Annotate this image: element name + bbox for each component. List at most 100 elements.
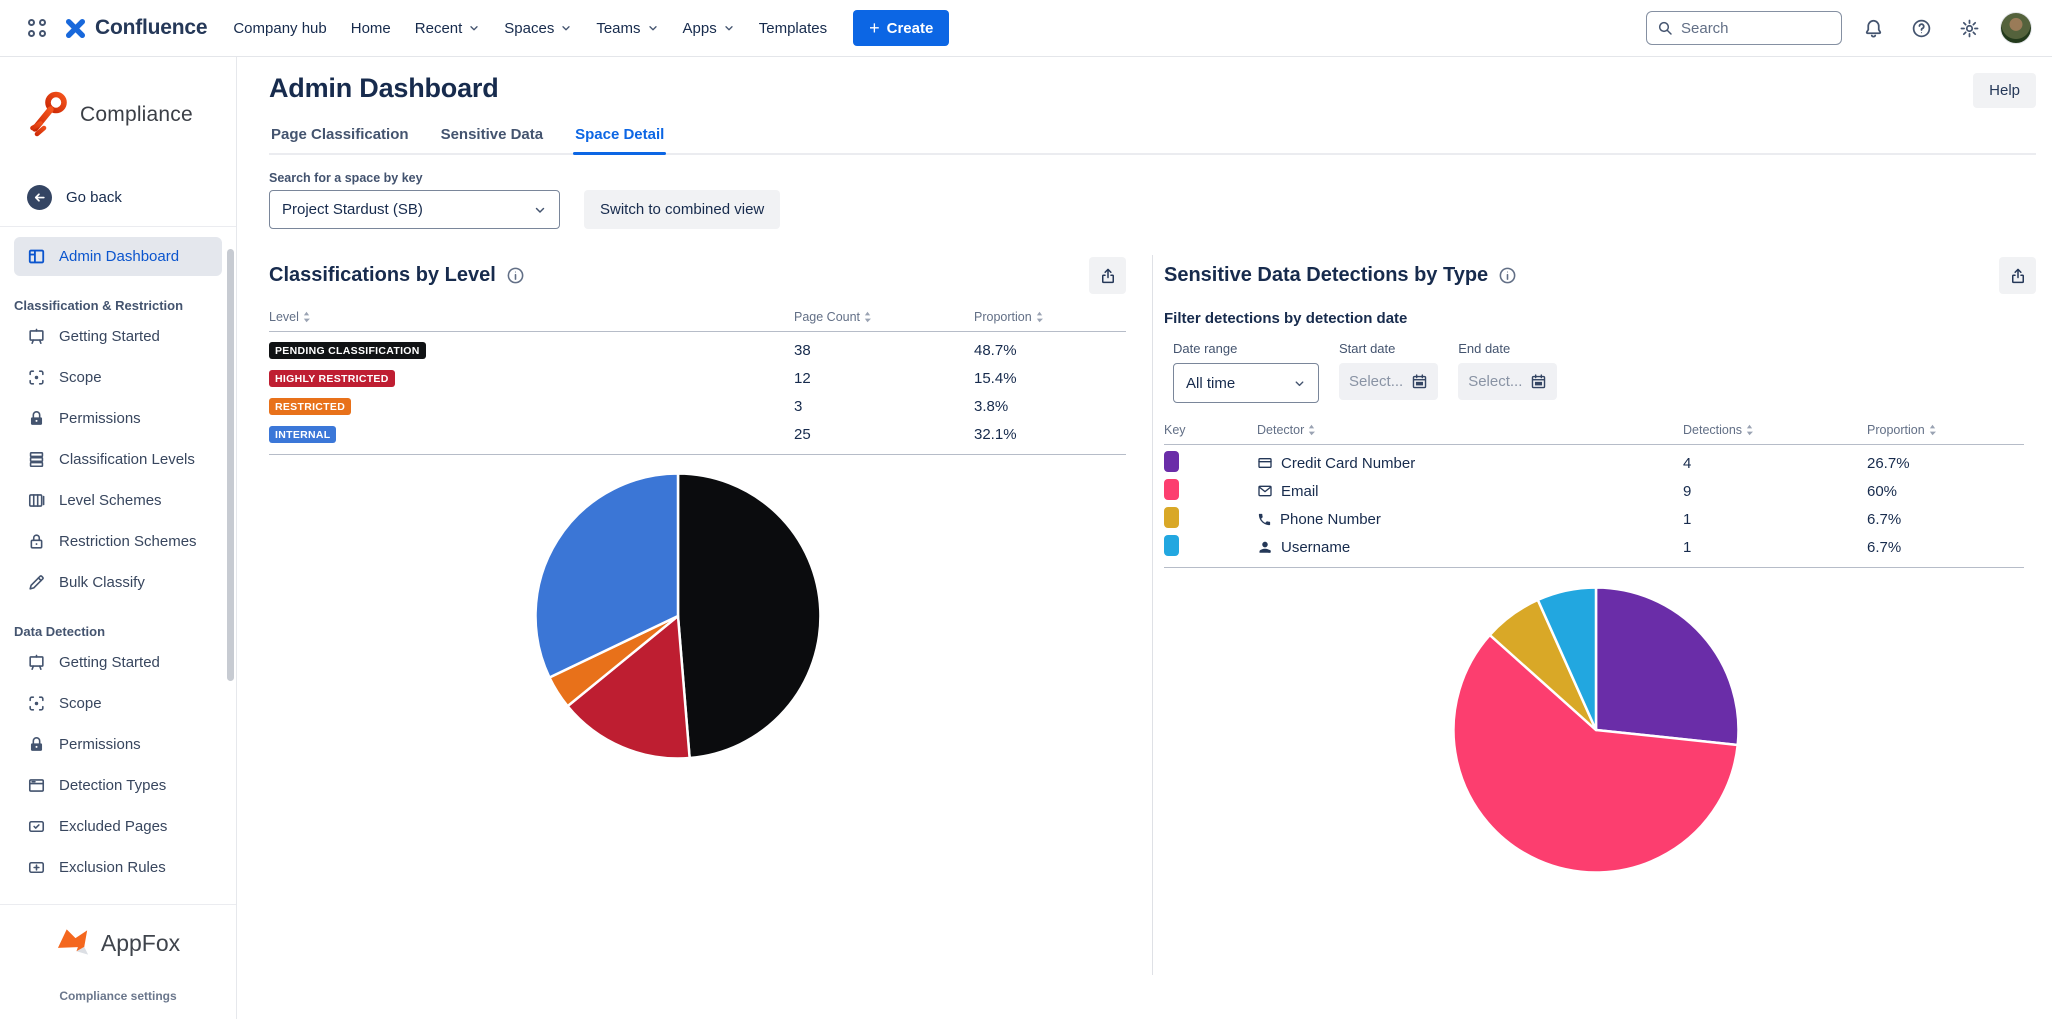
sidebar-item-permissions[interactable]: Permissions <box>14 399 222 438</box>
sidebar-item-scope[interactable]: Scope <box>14 684 222 723</box>
chevron-down-icon <box>533 203 547 217</box>
sidebar-item-label: Scope <box>59 369 102 386</box>
column-header-detector[interactable]: Detector <box>1257 423 1683 437</box>
column-header-detections[interactable]: Detections <box>1683 423 1867 437</box>
start-date-input[interactable]: Select... <box>1339 363 1438 400</box>
detections-pie-chart: Credit Card Number: 26.7%Email: 60%Phone… <box>1451 585 1741 875</box>
page-count-value: 38 <box>794 342 974 359</box>
product-name: Confluence <box>95 16 207 40</box>
sidebar-item-label: Classification Levels <box>59 451 195 468</box>
app-switcher-icon[interactable] <box>20 11 54 45</box>
easel-icon <box>27 653 46 672</box>
info-icon[interactable] <box>1498 266 1517 285</box>
sort-icon <box>864 311 871 323</box>
calendar-icon <box>1411 373 1428 390</box>
nav-item-templates[interactable]: Templates <box>749 12 837 45</box>
columns-icon <box>27 491 46 510</box>
user-avatar[interactable] <box>2000 12 2032 44</box>
sidebar-item-getting-started[interactable]: Getting Started <box>14 643 222 682</box>
info-icon[interactable] <box>506 266 525 285</box>
sidebar-item-exclusion-rules[interactable]: Exclusion Rules <box>14 848 222 887</box>
proportion-value: 3.8% <box>974 398 1126 415</box>
notifications-bell-icon[interactable] <box>1856 11 1890 45</box>
global-search[interactable] <box>1646 11 1842 45</box>
chevron-down-icon <box>468 22 480 34</box>
export-button[interactable] <box>1089 257 1126 294</box>
proportion-value: 60% <box>1867 483 2024 500</box>
space-select[interactable]: Project Stardust (SB) <box>269 190 560 229</box>
column-header-level[interactable]: Level <box>269 310 794 324</box>
confluence-app: Confluence Company hubHomeRecentSpaces Te… <box>0 0 2052 1019</box>
sidebar-item-scope[interactable]: Scope <box>14 358 222 397</box>
nav-item-apps[interactable]: Apps <box>673 12 745 45</box>
nav-item-home[interactable]: Home <box>341 12 401 45</box>
sidebar-item-getting-started[interactable]: Getting Started <box>14 317 222 356</box>
export-button[interactable] <box>1999 257 2036 294</box>
classification-badge: PENDING CLASSIFICATION <box>269 342 426 359</box>
sidebar-item-label: Detection Types <box>59 777 166 794</box>
key-icon <box>26 89 70 141</box>
table-row: Email960% <box>1164 477 2024 505</box>
compliance-sidebar: Compliance Go back Admin Dashboard Class… <box>0 57 237 1019</box>
proportion-value: 32.1% <box>974 426 1126 443</box>
end-date-input[interactable]: Select... <box>1458 363 1557 400</box>
sort-icon <box>303 311 310 323</box>
tab-page-classification[interactable]: Page Classification <box>269 120 411 153</box>
detector-name: Phone Number <box>1280 511 1381 528</box>
pie-slice[interactable]: Pending Classification: 48.7% <box>678 474 820 759</box>
date-range-select[interactable]: All time <box>1173 363 1319 403</box>
proportion-value: 6.7% <box>1867 511 2024 528</box>
sidebar-scrollbar[interactable] <box>227 249 234 681</box>
key-color-swatch <box>1164 451 1179 472</box>
sort-icon <box>1746 424 1753 436</box>
sidebar-item-label: Getting Started <box>59 654 160 671</box>
confluence-logo[interactable]: Confluence <box>60 16 217 40</box>
sidebar-item-excluded-pages[interactable]: Excluded Pages <box>14 807 222 846</box>
checkbox-icon <box>27 817 46 836</box>
column-header-proportion[interactable]: Proportion <box>974 310 1126 324</box>
detector-name: Email <box>1281 483 1319 500</box>
sidebar-item-admin-dashboard[interactable]: Admin Dashboard <box>14 237 222 276</box>
classifications-panel: Classifications by Level LevelPage Count… <box>237 255 1152 975</box>
sidebar-item-detection-types[interactable]: Detection Types <box>14 766 222 805</box>
sidebar-item-label: Permissions <box>59 736 141 753</box>
nav-item-spaces[interactable]: Spaces <box>494 12 582 45</box>
go-back-button[interactable]: Go back <box>27 185 236 210</box>
sidebar-item-level-schemes[interactable]: Level Schemes <box>14 481 222 520</box>
appfox-logo[interactable]: AppFox <box>0 927 236 959</box>
sidebar-item-classification-levels[interactable]: Classification Levels <box>14 440 222 479</box>
tab-space-detail[interactable]: Space Detail <box>573 120 666 153</box>
pie-slice[interactable]: Credit Card Number: 26.7% <box>1596 588 1738 745</box>
column-header-proportion[interactable]: Proportion <box>1867 423 2024 437</box>
settings-gear-icon[interactable] <box>1952 11 1986 45</box>
column-header-page-count[interactable]: Page Count <box>794 310 974 324</box>
stack-icon <box>27 450 46 469</box>
tab-sensitive-data[interactable]: Sensitive Data <box>439 120 546 153</box>
detections-value: 1 <box>1683 539 1867 556</box>
sidebar-divider <box>0 904 236 905</box>
date-range-label: Date range <box>1173 341 1319 356</box>
key-color-swatch <box>1164 479 1179 500</box>
create-button[interactable]: + Create <box>853 10 949 46</box>
detections-table: KeyDetectorDetectionsProportion Credit C… <box>1164 423 2024 568</box>
nav-item-recent[interactable]: Recent <box>405 12 491 45</box>
help-icon[interactable] <box>1904 11 1938 45</box>
sidebar-item-bulk-classify[interactable]: Bulk Classify <box>14 563 222 602</box>
sidebar-item-label: Permissions <box>59 410 141 427</box>
switch-combined-view-button[interactable]: Switch to combined view <box>584 190 780 229</box>
compliance-settings-link[interactable]: Compliance settings <box>0 989 236 1003</box>
search-input[interactable] <box>1681 20 1821 37</box>
detections-panel-title: Sensitive Data Detections by Type <box>1164 264 1488 287</box>
easel-icon <box>27 327 46 346</box>
space-search-label: Search for a space by key <box>269 171 2036 185</box>
sidebar-item-restriction-schemes[interactable]: Restriction Schemes <box>14 522 222 561</box>
help-button[interactable]: Help <box>1973 73 2036 108</box>
nav-item-label: Teams <box>596 20 640 37</box>
sidebar-item-label: Getting Started <box>59 328 160 345</box>
sidebar-item-permissions[interactable]: Permissions <box>14 725 222 764</box>
nav-item-company-hub[interactable]: Company hub <box>223 12 336 45</box>
nav-item-teams[interactable]: Teams <box>586 12 668 45</box>
column-header-key: Key <box>1164 423 1257 437</box>
lock-icon <box>27 409 46 428</box>
detector-name: Username <box>1281 539 1350 556</box>
